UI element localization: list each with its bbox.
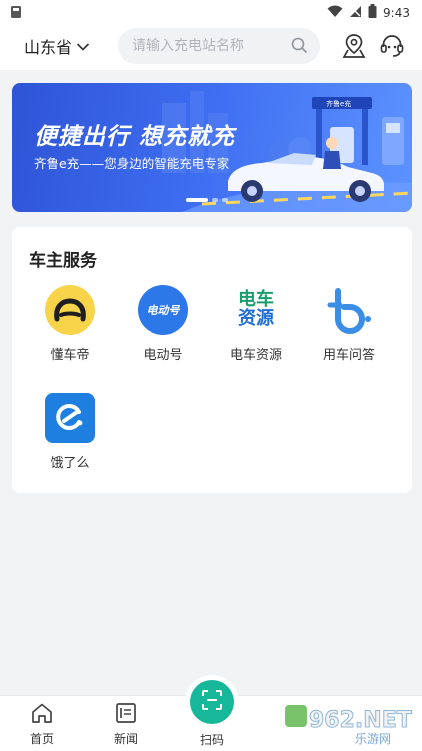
notification-icon xyxy=(10,4,22,23)
carousel-dot[interactable] xyxy=(222,198,228,202)
top-bar: 山东省 xyxy=(0,24,422,70)
service-dianche-ziyuan[interactable]: 电车 资源 电车资源 xyxy=(216,285,296,363)
service-eleme[interactable]: 饿了么 xyxy=(30,393,110,471)
search-bar[interactable] xyxy=(118,28,320,64)
dongchedi-icon xyxy=(45,285,95,335)
services-card: 车主服务 懂车帝 电动号 电动号 电车 资源 电车资源 用车问答 饿了么 xyxy=(12,227,412,493)
map-location-icon[interactable] xyxy=(342,33,366,63)
ziyuan-icon-text: 资源 xyxy=(238,308,274,329)
watermark-text: 962.NET xyxy=(309,708,412,733)
service-diandonghao[interactable]: 电动号 电动号 xyxy=(123,285,203,363)
clock: 9:43 xyxy=(383,5,410,20)
signal-icon xyxy=(349,3,362,22)
services-title: 车主服务 xyxy=(29,251,97,271)
service-label: 用车问答 xyxy=(322,348,375,363)
customer-service-icon[interactable] xyxy=(379,33,405,63)
tab-home-label: 首页 xyxy=(29,732,54,746)
station-sign: 齐鲁e充 xyxy=(326,100,352,108)
service-dongchedi[interactable]: 懂车帝 xyxy=(30,285,110,363)
province-selector[interactable]: 山东省 xyxy=(24,34,90,58)
diandonghao-icon: 电动号 xyxy=(138,285,188,335)
province-label: 山东省 xyxy=(24,38,73,57)
banner-subtitle: 齐鲁e充——您身边的智能充电专家 xyxy=(34,156,230,171)
promo-banner[interactable]: 齐鲁e充 便捷出行 想充就充 齐鲁e充——您身边的智能充电专家 xyxy=(12,83,412,212)
tab-news[interactable]: 新闻 xyxy=(96,702,156,747)
service-label: 电车资源 xyxy=(229,348,282,363)
battery-icon xyxy=(368,3,377,22)
wifi-icon xyxy=(327,3,343,22)
scan-label: 扫码 xyxy=(199,733,224,747)
eleme-icon xyxy=(45,393,95,443)
carousel-dot-active[interactable] xyxy=(186,198,208,202)
scan-icon xyxy=(200,688,224,716)
service-label: 饿了么 xyxy=(50,456,90,471)
home-icon xyxy=(30,703,54,728)
service-label: 懂车帝 xyxy=(50,348,90,363)
tab-news-label: 新闻 xyxy=(113,732,138,746)
banner-title: 便捷出行 想充就充 xyxy=(34,124,236,150)
news-icon xyxy=(114,703,138,728)
diandonghao-icon-text: 电动号 xyxy=(146,304,180,317)
carousel-dot[interactable] xyxy=(212,198,218,202)
search-icon[interactable] xyxy=(291,37,308,58)
watermark-subtext: 乐游网 xyxy=(355,732,391,745)
scan-button[interactable] xyxy=(190,680,234,724)
watermark-logo: 962.NET 乐游网 xyxy=(285,705,412,745)
chevron-down-icon xyxy=(76,37,90,56)
status-bar: 9:43 xyxy=(0,0,422,24)
dianche-ziyuan-icon: 电车 资源 xyxy=(231,285,281,335)
tab-home[interactable]: 首页 xyxy=(12,702,72,747)
service-label: 电动号 xyxy=(143,348,183,363)
search-input[interactable] xyxy=(132,38,282,54)
service-yongche-wenda[interactable]: 用车问答 xyxy=(309,285,389,363)
yongche-wenda-icon xyxy=(324,285,374,335)
